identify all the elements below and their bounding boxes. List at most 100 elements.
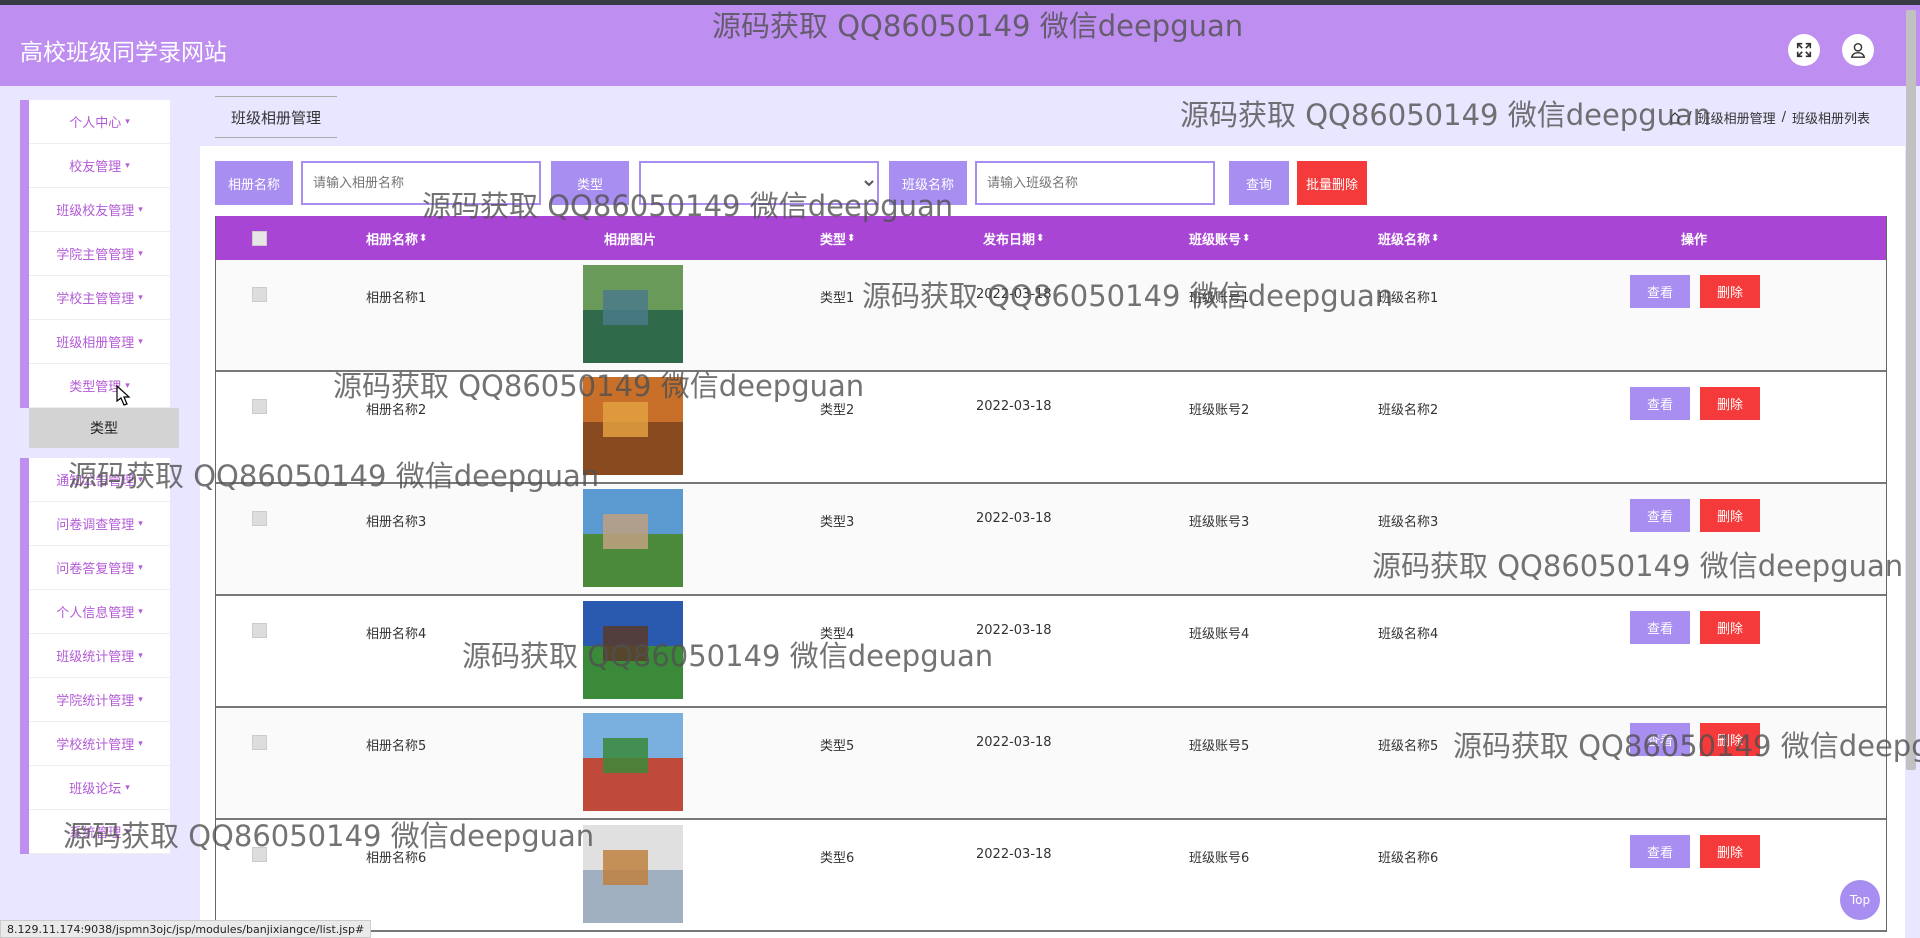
album-thumbnail[interactable] bbox=[583, 265, 683, 363]
content-panel: 相册名称 类型 班级名称 查询 批量删除 相册名称⬍ 相册图片 类型⬍ 发布日期… bbox=[200, 146, 1905, 938]
row-checkbox[interactable] bbox=[252, 511, 267, 526]
checkbox-box[interactable] bbox=[252, 511, 267, 526]
select-all-checkbox[interactable] bbox=[252, 216, 267, 260]
sidebar-item[interactable]: 班级论坛 ▾ bbox=[29, 766, 170, 810]
cell-type: 类型4 bbox=[820, 627, 855, 642]
back-to-top-button[interactable]: Top bbox=[1840, 880, 1880, 920]
table-row: 相册名称3 类型3 2022-03-18 班级账号3 班级名称3 查看 删除 bbox=[216, 484, 1886, 596]
header-album-name[interactable]: 相册名称 ⬍ bbox=[366, 216, 427, 260]
sidebar-item[interactable]: 学校主管管理 ▾ bbox=[29, 276, 170, 320]
sort-icon[interactable]: ⬍ bbox=[1242, 233, 1250, 244]
delete-button[interactable]: 删除 bbox=[1700, 387, 1760, 420]
sidebar-item[interactable]: 学院主管管理 ▾ bbox=[29, 232, 170, 276]
album-thumbnail[interactable] bbox=[583, 825, 683, 923]
delete-button[interactable]: 删除 bbox=[1700, 611, 1760, 644]
sort-icon[interactable]: ⬍ bbox=[847, 233, 855, 244]
checkbox-box[interactable] bbox=[252, 623, 267, 638]
caret-down-icon: ▾ bbox=[138, 738, 143, 749]
row-checkbox[interactable] bbox=[252, 735, 267, 750]
sidebar-item-label: 学院统计管理 bbox=[56, 694, 135, 709]
top-header: 高校班级同学录网站 bbox=[0, 5, 1920, 86]
watermark-text: 源码获取 QQ86050149 微信deepguan bbox=[1180, 98, 1712, 132]
delete-button[interactable]: 删除 bbox=[1700, 499, 1760, 532]
checkbox-box[interactable] bbox=[252, 230, 267, 246]
sidebar-item[interactable]: 个人中心 ▾ bbox=[29, 100, 170, 144]
album-thumbnail[interactable] bbox=[583, 713, 683, 811]
sidebar-item[interactable]: 系统管理 ▾ bbox=[29, 810, 170, 854]
table-row: 相册名称2 类型2 2022-03-18 班级账号2 班级名称2 查看 删除 bbox=[216, 372, 1886, 484]
view-button[interactable]: 查看 bbox=[1630, 499, 1690, 532]
sidebar-menu: 个人中心 ▾ 校友管理 ▾ 班级校友管理 ▾ 学院主管管理 ▾ 学校主管管理 ▾ 班级相册管理 ▾ 类型… bbox=[20, 100, 179, 854]
row-checkbox[interactable] bbox=[252, 287, 267, 302]
view-button[interactable]: 查看 bbox=[1630, 275, 1690, 308]
sidebar-item-label: 系统管理 bbox=[69, 826, 122, 841]
type-select[interactable] bbox=[639, 161, 879, 205]
header-class-account[interactable]: 班级账号 ⬍ bbox=[1189, 216, 1250, 260]
header-label: 操作 bbox=[1681, 232, 1708, 248]
album-thumbnail[interactable] bbox=[583, 601, 683, 699]
sidebar-item[interactable]: 类型管理 ▾ bbox=[29, 364, 170, 408]
view-button[interactable]: 查看 bbox=[1630, 387, 1690, 420]
delete-button[interactable]: 删除 bbox=[1700, 835, 1760, 868]
row-checkbox[interactable] bbox=[252, 847, 267, 862]
breadcrumb-item-album-management[interactable]: 班级相册管理 bbox=[1698, 108, 1776, 127]
caret-down-icon: ▾ bbox=[125, 782, 130, 793]
view-button[interactable]: 查看 bbox=[1630, 835, 1690, 868]
checkbox-box[interactable] bbox=[252, 399, 267, 414]
checkbox-box[interactable] bbox=[252, 287, 267, 302]
header-album-image: 相册图片 bbox=[604, 216, 656, 260]
album-name-input[interactable] bbox=[301, 161, 541, 205]
sort-icon[interactable]: ⬍ bbox=[1036, 233, 1044, 244]
row-checkbox[interactable] bbox=[252, 623, 267, 638]
header-label: 班级账号 bbox=[1189, 232, 1242, 248]
tab-album-management[interactable]: 班级相册管理 bbox=[215, 96, 338, 138]
batch-delete-button[interactable]: 批量删除 bbox=[1297, 161, 1367, 205]
cell-class-account: 班级账号3 bbox=[1189, 515, 1250, 530]
sidebar-item[interactable]: 问卷调查管理 ▾ bbox=[29, 502, 170, 546]
caret-down-icon: ▾ bbox=[125, 826, 130, 837]
delete-button[interactable]: 删除 bbox=[1700, 723, 1760, 756]
page-scrollbar[interactable] bbox=[1906, 10, 1916, 770]
checkbox-box[interactable] bbox=[252, 735, 267, 750]
cell-type: 类型1 bbox=[820, 291, 855, 306]
header-label: 发布日期 bbox=[983, 232, 1036, 248]
header-type[interactable]: 类型 ⬍ bbox=[820, 216, 855, 260]
sidebar-item[interactable]: 校友管理 ▾ bbox=[29, 144, 170, 188]
cell-type: 类型5 bbox=[820, 739, 855, 754]
submenu-item-type[interactable]: 类型 bbox=[29, 408, 179, 448]
sidebar-item[interactable]: 班级校友管理 ▾ bbox=[29, 188, 170, 232]
sidebar-item[interactable]: 班级统计管理 ▾ bbox=[29, 634, 170, 678]
view-button[interactable]: 查看 bbox=[1630, 723, 1690, 756]
sidebar-item[interactable]: 问卷答复管理 ▾ bbox=[29, 546, 170, 590]
sidebar-item[interactable]: 个人信息管理 ▾ bbox=[29, 590, 170, 634]
delete-button[interactable]: 删除 bbox=[1700, 275, 1760, 308]
sort-icon[interactable]: ⬍ bbox=[419, 233, 427, 244]
sort-icon[interactable]: ⬍ bbox=[1431, 233, 1439, 244]
class-name-input[interactable] bbox=[975, 161, 1215, 205]
caret-down-icon: ▾ bbox=[138, 248, 143, 259]
sidebar-item[interactable]: 通知公告管理 ▾ bbox=[29, 458, 170, 502]
home-icon[interactable] bbox=[1669, 111, 1681, 124]
album-thumbnail[interactable] bbox=[583, 377, 683, 475]
cell-type: 类型2 bbox=[820, 403, 855, 418]
caret-down-icon: ▾ bbox=[138, 474, 143, 485]
row-checkbox[interactable] bbox=[252, 399, 267, 414]
header-class-name[interactable]: 班级名称 ⬍ bbox=[1378, 216, 1439, 260]
query-button[interactable]: 查询 bbox=[1229, 161, 1289, 205]
fullscreen-button[interactable] bbox=[1788, 34, 1820, 66]
cursor-icon bbox=[116, 385, 131, 406]
sidebar-item[interactable]: 学院统计管理 ▾ bbox=[29, 678, 170, 722]
album-thumbnail[interactable] bbox=[583, 489, 683, 587]
view-button[interactable]: 查看 bbox=[1630, 611, 1690, 644]
cell-album-name: 相册名称1 bbox=[366, 291, 427, 306]
checkbox-box[interactable] bbox=[252, 847, 267, 862]
table-row: 相册名称6 类型6 2022-03-18 班级账号6 班级名称6 查看 删除 bbox=[216, 820, 1886, 932]
sidebar-item[interactable]: 学校统计管理 ▾ bbox=[29, 722, 170, 766]
header-publish-date[interactable]: 发布日期 ⬍ bbox=[983, 216, 1044, 260]
cell-publish-date: 2022-03-18 bbox=[976, 847, 1052, 862]
user-button[interactable] bbox=[1842, 34, 1874, 66]
sidebar-item[interactable]: 班级相册管理 ▾ bbox=[29, 320, 170, 364]
table-row: 相册名称5 类型5 2022-03-18 班级账号5 班级名称5 查看 删除 bbox=[216, 708, 1886, 820]
cell-album-name: 相册名称3 bbox=[366, 515, 427, 530]
sidebar-item-label: 班级统计管理 bbox=[56, 650, 135, 665]
